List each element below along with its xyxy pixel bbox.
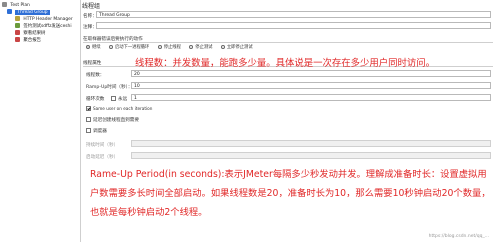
thread-count-field[interactable]: 20 bbox=[131, 70, 491, 77]
tree-item-http-sampler[interactable]: 签约测试sdffz发送ceshi bbox=[15, 23, 72, 30]
thread-count-label: 线程数： bbox=[86, 73, 105, 78]
radio-continue[interactable]: 继续 bbox=[86, 44, 101, 50]
radio-stop-thread[interactable]: 停止线程 bbox=[157, 44, 181, 50]
delay-thread-checkbox[interactable] bbox=[86, 117, 91, 122]
loop-count-field[interactable]: 1 bbox=[131, 94, 491, 101]
rampup-label: Ramp-Up时间（秒）： bbox=[86, 85, 133, 90]
radio-unchecked-icon bbox=[108, 45, 113, 49]
divider bbox=[83, 42, 493, 43]
test-plan-icon bbox=[2, 2, 7, 7]
scheduler-checkbox[interactable] bbox=[86, 128, 91, 133]
radio-stop-test-now[interactable]: 立即停止测试 bbox=[220, 44, 253, 50]
radio-label: 停止线程 bbox=[163, 45, 181, 50]
radio-unchecked-icon bbox=[189, 45, 194, 49]
loop-count-label: 循环次数 bbox=[86, 97, 105, 102]
tree-item-label: 签约测试sdffz发送ceshi bbox=[23, 24, 72, 29]
startup-delay-label: 启动延迟（秒） bbox=[86, 155, 119, 160]
forever-checkbox[interactable] bbox=[111, 96, 116, 101]
rampup-annotation: Rame-Up Period(in seconds):表示JMeter每隔多少秒… bbox=[90, 169, 491, 218]
listener-icon bbox=[15, 37, 20, 42]
startup-delay-field[interactable] bbox=[131, 152, 491, 159]
tree-item-result-tree[interactable]: 察看结果树 bbox=[15, 30, 45, 37]
comment-label: 注释： bbox=[83, 25, 97, 30]
name-label: 名称： bbox=[83, 14, 97, 19]
tree-item-aggregate-report[interactable]: 聚合报告 bbox=[15, 37, 41, 44]
tree-item-label: Thread Group bbox=[15, 10, 50, 15]
sampler-error-radio-group: 继续 启动下一进程循环 停止线程 停止测试 立即停止测试 bbox=[86, 44, 260, 51]
tree-item-label: HTTP Header Manager bbox=[23, 17, 73, 22]
scheduler-label: 调度器 bbox=[93, 129, 107, 134]
same-user-checkbox[interactable] bbox=[86, 106, 91, 111]
radio-label: 继续 bbox=[92, 45, 101, 50]
radio-unchecked-icon bbox=[157, 45, 162, 49]
radio-checked-icon bbox=[86, 45, 90, 49]
radio-stop-test[interactable]: 停止测试 bbox=[189, 44, 212, 50]
radio-label: 启动下一进程循环 bbox=[114, 45, 150, 50]
radio-label: 立即停止测试 bbox=[226, 45, 253, 50]
test-plan-tree[interactable]: Test Plan Thread Group HTTP Header Manag… bbox=[0, 0, 81, 242]
listener-icon bbox=[15, 30, 20, 35]
tree-item-label: 察看结果树 bbox=[23, 31, 46, 36]
duration-label: 持续时间（秒） bbox=[86, 143, 119, 148]
duration-field[interactable] bbox=[131, 140, 491, 147]
same-user-label: Same user on each iteration bbox=[93, 106, 153, 111]
forever-label: 永远 bbox=[118, 97, 128, 102]
tree-item-http-header-manager[interactable]: HTTP Header Manager bbox=[15, 16, 73, 23]
radio-unchecked-icon bbox=[220, 45, 225, 49]
wrench-icon bbox=[15, 16, 20, 21]
delay-thread-label: 延迟创建线程直到需要 bbox=[93, 118, 139, 123]
sampler-icon bbox=[15, 23, 20, 28]
radio-start-next-loop[interactable]: 启动下一进程循环 bbox=[108, 44, 150, 50]
tree-item-label: 聚合报告 bbox=[23, 38, 41, 43]
radio-label: 停止测试 bbox=[195, 45, 213, 50]
tree-item-thread-group[interactable]: Thread Group bbox=[7, 9, 50, 16]
thread-count-annotation: 线程数：并发数量，能跑多少量。具体说是一次存在多少用户同时访问。 bbox=[135, 58, 436, 69]
rampup-field[interactable]: 10 bbox=[131, 82, 491, 89]
comment-field[interactable] bbox=[96, 22, 491, 29]
gear-icon bbox=[7, 9, 12, 14]
tree-item-label: Test Plan bbox=[10, 3, 30, 8]
tree-item-test-plan[interactable]: Test Plan bbox=[2, 2, 30, 9]
page-title: 线程组 bbox=[82, 3, 101, 10]
name-field[interactable]: Thread Group bbox=[96, 11, 491, 18]
watermark: https://blog.csdn.net/qq_... bbox=[428, 234, 489, 239]
